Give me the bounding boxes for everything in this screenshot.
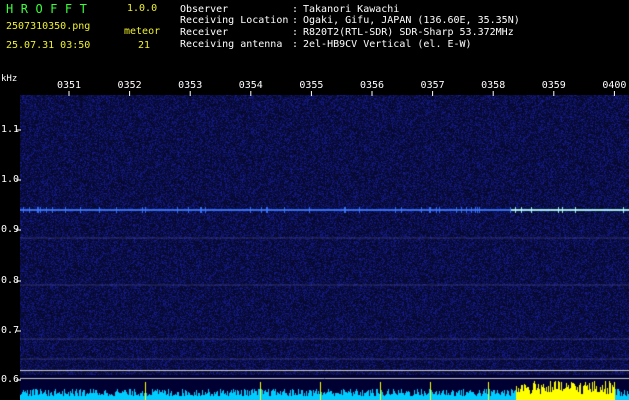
time-tick-label: 0356 <box>359 80 385 91</box>
time-tick-label: 0351 <box>56 80 82 91</box>
freq-tick-label: 0.8 <box>1 275 20 286</box>
time-tick-label: 0358 <box>481 80 506 91</box>
time-tick-label: 0357 <box>420 80 445 91</box>
time-tick-label: 0400 <box>602 80 627 91</box>
axis-overlay <box>16 91 615 381</box>
freq-tick-label: 1.0 <box>1 174 20 185</box>
freq-tick-label: 1.1 <box>1 124 20 135</box>
freq-tick-label: 0.6 <box>1 374 20 385</box>
time-tick-label: 0354 <box>238 80 263 91</box>
freq-tick-label: 0.7 <box>1 325 20 336</box>
time-tick-label: 0359 <box>541 80 566 91</box>
time-tick-label: 0352 <box>117 80 142 91</box>
freq-tick-label: 0.9 <box>1 224 20 235</box>
time-tick-label: 0353 <box>178 80 203 91</box>
time-tick-label: 0355 <box>299 80 324 91</box>
